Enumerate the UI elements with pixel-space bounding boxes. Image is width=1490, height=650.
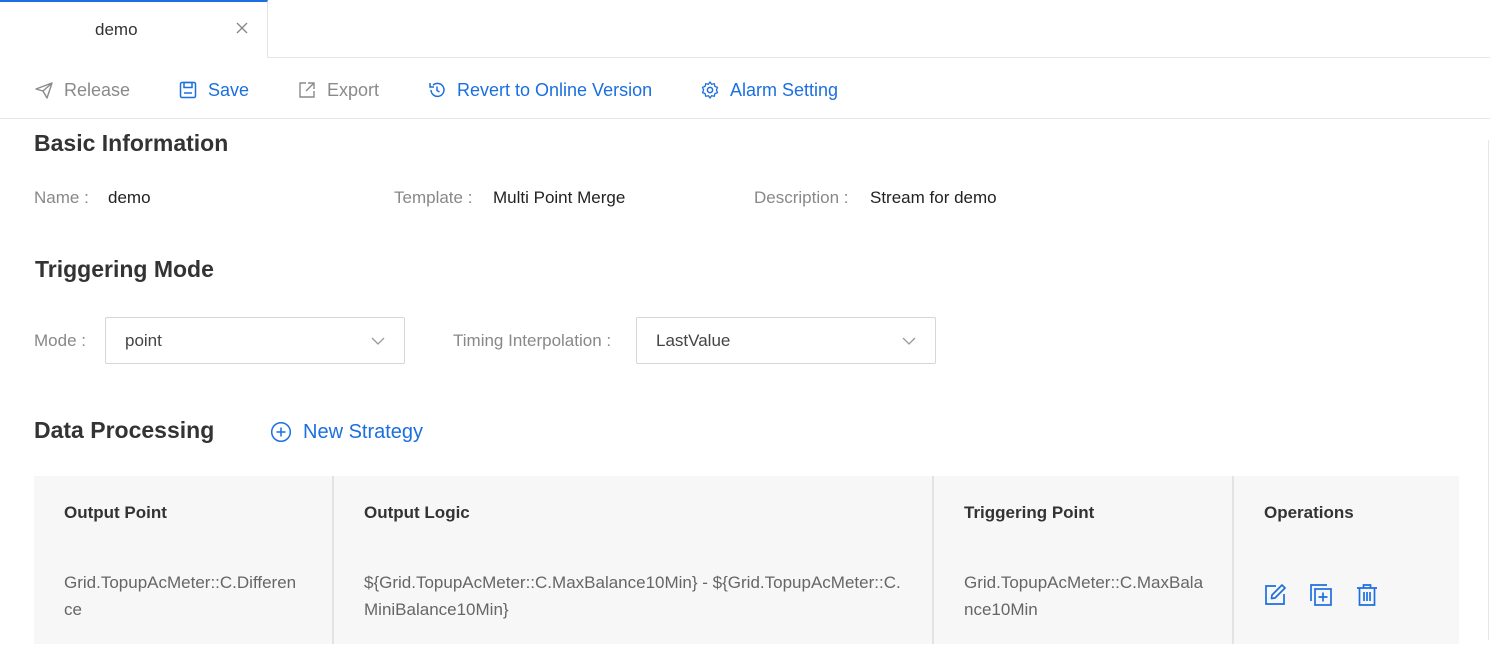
release-label: Release bbox=[64, 79, 131, 100]
tab-bar: demo bbox=[0, 0, 1490, 58]
strategy-table: Output Point Output Logic Triggering Poi… bbox=[34, 476, 1459, 644]
column-header-operations: Operations bbox=[1264, 503, 1354, 522]
history-icon bbox=[427, 80, 447, 100]
revert-label: Revert to Online Version bbox=[457, 79, 653, 100]
template-label: Template : bbox=[394, 188, 473, 207]
column-header-output-point: Output Point bbox=[64, 503, 167, 522]
chevron-down-icon bbox=[901, 333, 917, 349]
copy-add-icon[interactable] bbox=[1308, 582, 1334, 608]
chevron-down-icon bbox=[370, 333, 386, 349]
name-label: Name : bbox=[34, 188, 89, 207]
description-value: Stream for demo bbox=[870, 188, 997, 207]
alarm-setting-button[interactable]: Alarm Setting bbox=[700, 78, 838, 102]
close-icon[interactable] bbox=[233, 19, 251, 37]
row-operations bbox=[1262, 582, 1400, 608]
save-button[interactable]: Save bbox=[178, 78, 249, 102]
column-header-triggering-point: Triggering Point bbox=[964, 503, 1095, 522]
column-divider bbox=[1232, 476, 1234, 644]
send-icon bbox=[34, 80, 54, 100]
save-label: Save bbox=[208, 79, 250, 100]
column-header-output-logic: Output Logic bbox=[364, 503, 470, 522]
triggering-mode-title: Triggering Mode bbox=[35, 256, 214, 282]
data-processing-title: Data Processing bbox=[34, 417, 215, 443]
name-value: demo bbox=[108, 188, 151, 207]
new-strategy-button[interactable]: New Strategy bbox=[270, 419, 423, 445]
trash-icon[interactable] bbox=[1354, 582, 1380, 608]
description-label: Description : bbox=[754, 188, 849, 207]
interpolation-select[interactable]: LastValue bbox=[636, 317, 936, 364]
mode-select-value: point bbox=[125, 331, 162, 350]
tab-demo[interactable]: demo bbox=[0, 0, 268, 58]
interpolation-label: Timing Interpolation : bbox=[453, 331, 612, 350]
release-button[interactable]: Release bbox=[34, 78, 130, 102]
new-strategy-label: New Strategy bbox=[303, 420, 424, 443]
interpolation-select-value: LastValue bbox=[656, 331, 731, 350]
toolbar: Release Save Export Revert to Online Ver… bbox=[0, 59, 1490, 119]
mode-select[interactable]: point bbox=[105, 317, 405, 364]
mode-label: Mode : bbox=[34, 331, 86, 350]
scrollbar-track[interactable] bbox=[1488, 140, 1489, 640]
template-value: Multi Point Merge bbox=[493, 188, 626, 207]
revert-button[interactable]: Revert to Online Version bbox=[427, 78, 652, 102]
save-icon bbox=[178, 80, 198, 100]
export-button[interactable]: Export bbox=[297, 78, 379, 102]
external-link-icon bbox=[297, 80, 317, 100]
column-divider bbox=[932, 476, 934, 644]
output-point-cell: Grid.TopupAcMeter::C.Difference bbox=[64, 573, 297, 619]
alarm-setting-label: Alarm Setting bbox=[730, 79, 839, 100]
export-label: Export bbox=[327, 79, 380, 100]
basic-info-title: Basic Information bbox=[34, 130, 229, 156]
output-logic-cell: ${Grid.TopupAcMeter::C.MaxBalance10Min} … bbox=[364, 573, 901, 619]
edit-icon[interactable] bbox=[1262, 582, 1288, 608]
gear-icon bbox=[700, 80, 720, 100]
plus-circle-icon bbox=[270, 421, 292, 443]
tab-label: demo bbox=[95, 20, 138, 39]
triggering-point-cell: Grid.TopupAcMeter::C.MaxBalance10Min bbox=[964, 573, 1204, 619]
column-divider bbox=[332, 476, 334, 644]
